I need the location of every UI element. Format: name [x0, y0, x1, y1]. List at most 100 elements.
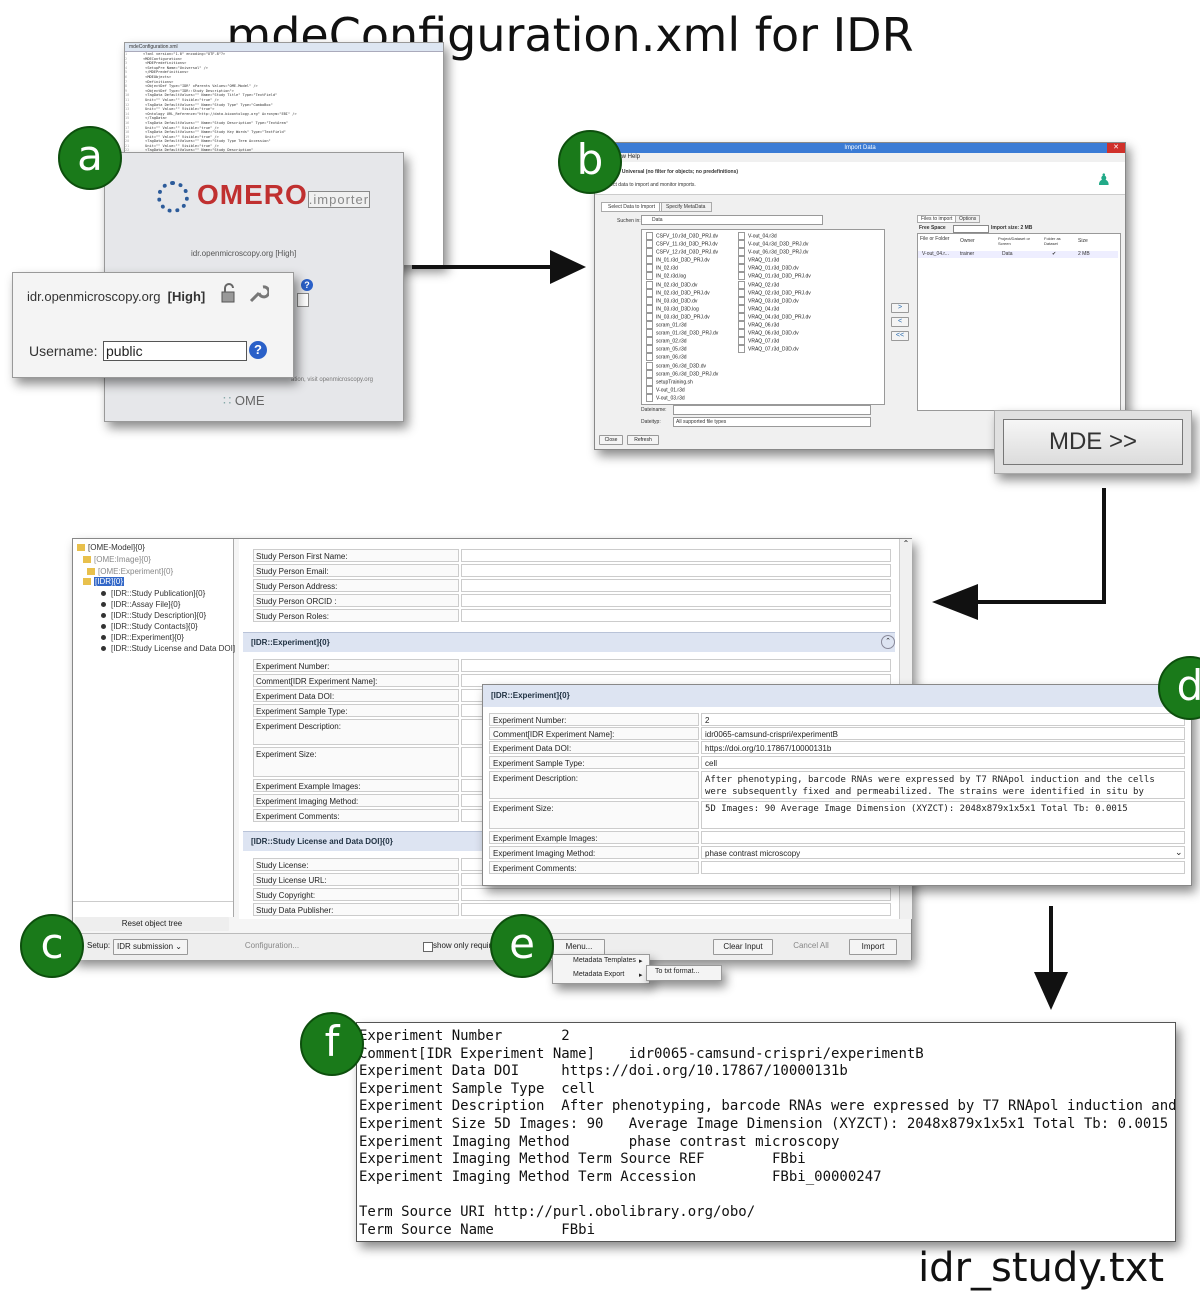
menu-item-to-txt[interactable]: To txt format... — [655, 968, 699, 975]
lock-icon[interactable] — [219, 283, 239, 303]
file-item[interactable]: setupTraining.sh — [646, 378, 718, 386]
file-item[interactable]: V-out_04.r3d — [738, 232, 811, 240]
form-field-input[interactable] — [461, 549, 891, 562]
file-item[interactable]: V-out_04.r3d_D3D_PRJ.dv — [738, 240, 811, 248]
file-item[interactable]: VRAQ_06.r3d_D3D.dv — [738, 329, 811, 337]
tree-node[interactable]: [IDR::Study License and Data DOI] — [99, 644, 235, 653]
setup-select[interactable]: IDR submission ⌄ — [113, 939, 188, 955]
file-item[interactable]: CSFV_12.r3d_D3D_PRJ.dv — [646, 248, 718, 256]
file-item[interactable]: scram_06.r3d — [646, 353, 718, 361]
file-item[interactable]: V-out_03.r3d — [646, 394, 718, 402]
xml-editor-tab[interactable]: mdeConfiguration.xml — [125, 43, 443, 52]
form-field-input[interactable] — [461, 609, 891, 622]
menu-item-metadata-templates[interactable]: Metadata Templates — [573, 957, 636, 964]
tree-scrollbar[interactable] — [73, 901, 233, 912]
section-header-experiment[interactable]: [IDR::Experiment]{0} — [243, 632, 895, 652]
help-icon[interactable]: ? — [249, 341, 267, 359]
cancel-all-button[interactable]: Cancel All — [785, 939, 837, 953]
detail-value[interactable]: https://doi.org/10.17867/10000131b — [701, 741, 1185, 754]
close-icon[interactable]: ✕ — [1107, 143, 1125, 153]
tab-options[interactable]: Options — [955, 215, 981, 223]
file-item[interactable]: V-out_06.r3d_D3D_PRJ.dv — [738, 248, 811, 256]
menu-button[interactable]: Menu... — [553, 939, 605, 955]
tree-node[interactable]: [IDR::Experiment]{0} — [99, 633, 184, 642]
file-item[interactable]: VRAQ_01.r3d_D3D.dv — [738, 264, 811, 272]
remove-all-button[interactable]: << — [891, 331, 909, 341]
chevron-down-icon[interactable]: ⌄ — [1175, 847, 1183, 858]
file-item[interactable]: IN_01.r3d_D3D_PRJ.dv — [646, 256, 718, 264]
queue-folder-checkbox[interactable]: ✔ — [1052, 251, 1056, 257]
username-input[interactable]: public — [103, 341, 247, 361]
file-item[interactable]: VRAQ_01.r3d_D3D_PRJ.dv — [738, 272, 811, 280]
look-in-select[interactable]: Data — [641, 215, 823, 225]
queue-row[interactable]: V-out_04.r... trainer Data ✔ 2 MB — [918, 251, 1118, 258]
form-field-input[interactable] — [461, 579, 891, 592]
file-item[interactable]: VRAQ_04.r3d_D3D_PRJ.dv — [738, 313, 811, 321]
file-item[interactable]: VRAQ_02.r3d_D3D_PRJ.dv — [738, 289, 811, 297]
reset-object-tree-button[interactable]: Reset object tree — [75, 917, 229, 931]
configuration-button[interactable]: Configuration... — [237, 939, 307, 953]
import-queue-table[interactable]: File or Folder Owner Project/Dataset or … — [917, 233, 1121, 411]
scroll-up-icon[interactable]: ⌃ — [900, 539, 912, 548]
file-item[interactable]: IN_02.r3d — [646, 264, 718, 272]
file-item[interactable]: VRAQ_06.r3d — [738, 321, 811, 329]
file-item[interactable]: scram_06.r3d_D3D_PRJ.dv — [646, 370, 718, 378]
tree-node[interactable]: [IDR::Assay File]{0} — [99, 600, 180, 609]
file-item[interactable]: CSFV_11.r3d_D3D_PRJ.dv — [646, 240, 718, 248]
tree-node[interactable]: [IDR]{0} — [83, 577, 125, 586]
tab-select-data[interactable]: Select Data to Import — [601, 202, 662, 212]
detail-value[interactable]: After phenotyping, barcode RNAs were exp… — [701, 771, 1185, 799]
tree-node[interactable]: [OME:Experiment]{0} — [87, 567, 173, 576]
collapse-icon[interactable]: ⌃ — [881, 635, 895, 649]
mde-button[interactable]: MDE >> — [1003, 419, 1183, 465]
tree-node[interactable]: [OME-Model]{0} — [77, 543, 145, 552]
tree-node[interactable]: [OME:Image]{0} — [83, 555, 151, 564]
clear-input-button[interactable]: Clear Input — [713, 939, 773, 955]
file-item[interactable]: V-out_01.r3d — [646, 386, 718, 394]
tab-files-to-import[interactable]: Files to import — [917, 215, 957, 223]
password-field-small[interactable] — [297, 293, 309, 307]
file-item[interactable]: VRAQ_01.r3d — [738, 256, 811, 264]
wrench-icon[interactable] — [247, 283, 271, 305]
detail-value[interactable]: 2 — [701, 713, 1185, 726]
detail-value[interactable] — [701, 861, 1185, 874]
file-item[interactable]: scram_01.r3d_D3D_PRJ.dv — [646, 329, 718, 337]
file-item[interactable]: scram_01.r3d — [646, 321, 718, 329]
file-item[interactable]: VRAQ_02.r3d — [738, 281, 811, 289]
file-item[interactable]: IN_02.r3d_D3D.dv — [646, 281, 718, 289]
tab-specify-metadata[interactable]: Specify MetaData — [659, 202, 713, 212]
file-item[interactable]: IN_03.r3d_D3D_PRJ.dv — [646, 313, 718, 321]
file-item[interactable]: VRAQ_07.r3d — [738, 337, 811, 345]
show-only-required-checkbox[interactable] — [423, 942, 433, 952]
detail-value[interactable]: phase contrast microscopy — [701, 846, 1185, 859]
tree-node[interactable]: [IDR::Study Description]{0} — [99, 611, 206, 620]
import-button[interactable]: Import — [849, 939, 897, 955]
menu-item-metadata-export[interactable]: Metadata Export — [573, 971, 624, 978]
refresh-button[interactable]: Refresh — [627, 435, 659, 445]
file-item[interactable]: IN_03.r3d_D3D.dv — [646, 297, 718, 305]
detail-value[interactable] — [701, 831, 1185, 844]
file-item[interactable]: scram_02.r3d — [646, 337, 718, 345]
detail-value[interactable]: cell — [701, 756, 1185, 769]
file-list[interactable]: CSFV_10.r3d_D3D_PRJ.dv CSFV_11.r3d_D3D_PR… — [641, 229, 885, 405]
form-field-input[interactable] — [461, 659, 891, 672]
file-item[interactable]: IN_03.r3d_D3D.log — [646, 305, 718, 313]
file-item[interactable]: CSFV_10.r3d_D3D_PRJ.dv — [646, 232, 718, 240]
file-item[interactable]: scram_06.r3d_D3D.dv — [646, 362, 718, 370]
file-item[interactable]: VRAQ_03.r3d_D3D.dv — [738, 297, 811, 305]
remove-from-queue-button[interactable]: < — [891, 317, 909, 327]
file-item[interactable]: VRAQ_04.r3d — [738, 305, 811, 313]
file-item[interactable]: VRAQ_07.r3d_D3D.dv — [738, 345, 811, 353]
tree-node[interactable]: [IDR::Study Publication]{0} — [99, 589, 205, 598]
close-button[interactable]: Close — [599, 435, 623, 445]
file-item[interactable]: scram_05.r3d — [646, 345, 718, 353]
form-field-input[interactable] — [461, 564, 891, 577]
filename-input[interactable] — [673, 405, 871, 415]
filetype-select[interactable]: All supported file types — [673, 417, 871, 427]
import-menubar[interactable]: dow Help — [595, 153, 1125, 162]
file-item[interactable]: IN_02.r3d_D3D_PRJ.dv — [646, 289, 718, 297]
object-tree[interactable]: [OME-Model]{0} [OME:Image]{0} [OME:Experim… — [73, 539, 235, 917]
help-icon-small[interactable]: ? — [301, 279, 313, 291]
form-field-input[interactable] — [461, 594, 891, 607]
detail-value[interactable]: 5D Images: 90 Average Image Dimension (X… — [701, 801, 1185, 829]
